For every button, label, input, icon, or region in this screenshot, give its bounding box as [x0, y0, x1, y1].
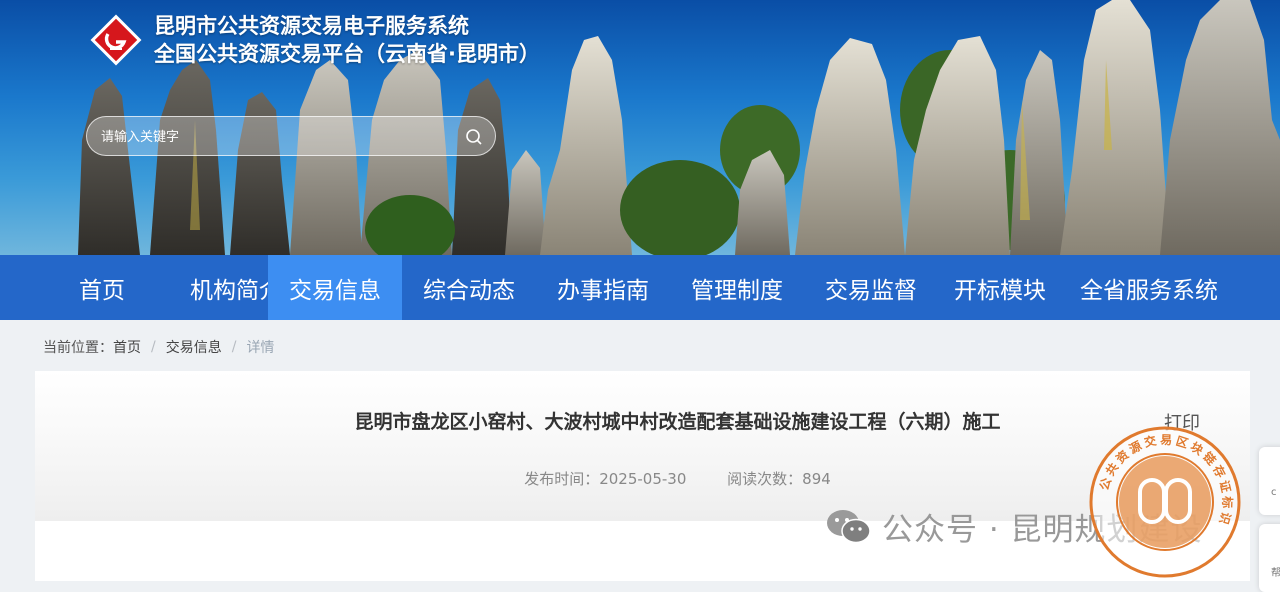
breadcrumb-prefix: 当前位置： [43, 340, 113, 356]
blockchain-seal-icon: 公共资源交易区块链存证标识 [1089, 426, 1241, 578]
site-title: 昆明市公共资源交易电子服务系统 全国公共资源交易平台（云南省·昆明市） [154, 12, 540, 68]
nav-item-trading-info[interactable]: 交易信息 [268, 255, 402, 320]
publish-date: 发布时间：2025-05-30 [524, 470, 687, 488]
nav-item-supervision[interactable]: 交易监督 [804, 255, 938, 320]
breadcrumb-trading-info[interactable]: 交易信息 [166, 337, 222, 357]
side-tab-top[interactable]: c [1259, 447, 1280, 515]
search-icon[interactable] [461, 124, 487, 150]
nav-item-bid-opening[interactable]: 开标模块 [938, 255, 1062, 320]
diamond-logo-icon [90, 14, 142, 66]
article-card: 昆明市盘龙区小窑村、大波村城中村改造配套基础设施建设工程（六期）施工 发布时间：… [35, 371, 1250, 581]
wechat-icon [827, 509, 871, 543]
article-header: 昆明市盘龙区小窑村、大波村城中村改造配套基础设施建设工程（六期）施工 发布时间：… [35, 371, 1250, 521]
search-input[interactable] [101, 126, 441, 148]
main-nav: 首页 机构简介 交易信息 综合动态 办事指南 管理制度 交易监督 开标模块 全省… [0, 255, 1280, 320]
nav-item-guide[interactable]: 办事指南 [536, 255, 670, 320]
side-tab-help[interactable]: 帮 [1259, 524, 1280, 592]
breadcrumb: 当前位置： 首页 / 交易信息 / 详情 [43, 337, 274, 357]
nav-item-province-system[interactable]: 全省服务系统 [1062, 255, 1236, 320]
breadcrumb-separator: / [151, 339, 156, 355]
site-title-line1: 昆明市公共资源交易电子服务系统 [154, 14, 469, 38]
nav-item-news[interactable]: 综合动态 [402, 255, 536, 320]
search-box [86, 116, 496, 156]
view-count: 阅读次数：894 [727, 470, 831, 488]
breadcrumb-current: 详情 [246, 340, 275, 356]
nav-item-about[interactable]: 机构简介 [190, 255, 282, 320]
breadcrumb-home[interactable]: 首页 [113, 337, 141, 357]
side-tab-text: c [1271, 487, 1277, 498]
site-title-line2: 全国公共资源交易平台（云南省·昆明市） [154, 42, 540, 66]
nav-item-regulations[interactable]: 管理制度 [670, 255, 804, 320]
nav-item-home[interactable]: 首页 [0, 255, 204, 320]
header-banner: 昆明市公共资源交易电子服务系统 全国公共资源交易平台（云南省·昆明市） [0, 0, 1280, 255]
breadcrumb-separator: / [231, 339, 237, 355]
